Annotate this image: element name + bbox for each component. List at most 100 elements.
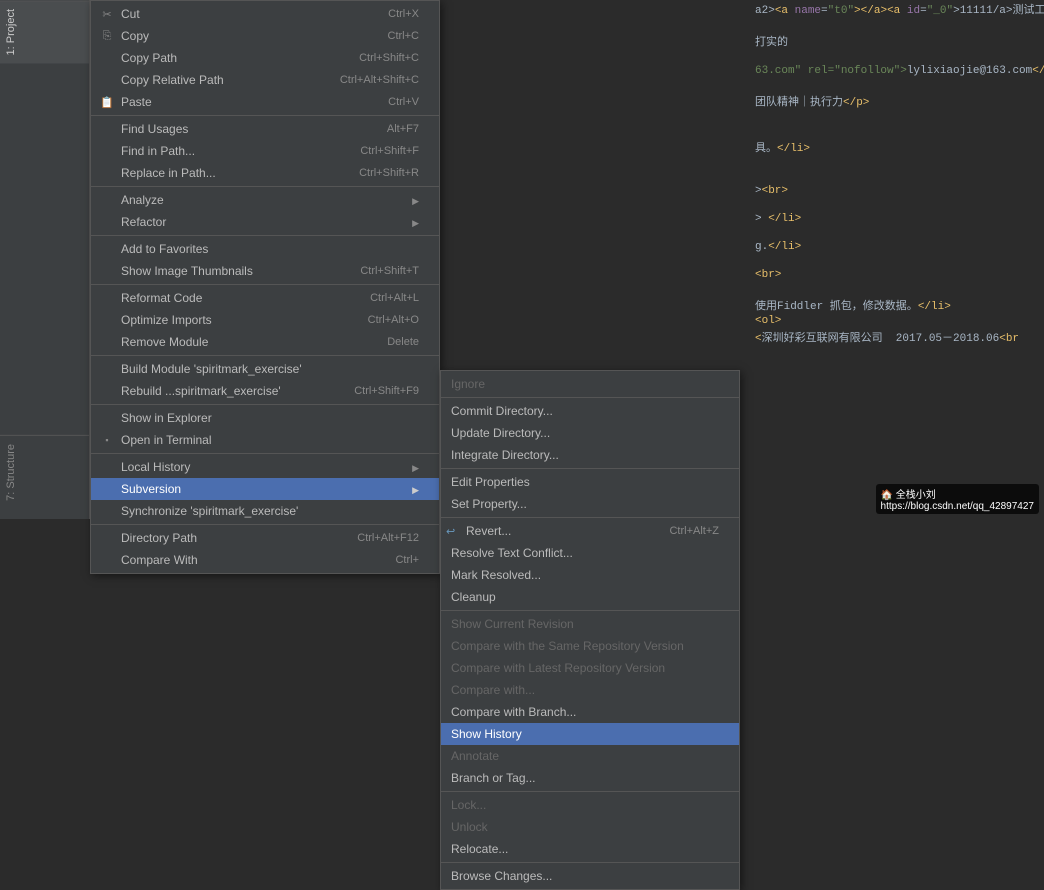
show-history-label: Show History <box>451 727 719 741</box>
commit-dir-label: Commit Directory... <box>451 404 719 418</box>
code-line-11 <box>750 156 1044 170</box>
local-history-arrow <box>412 460 419 474</box>
menu-item-build-module[interactable]: Build Module 'spiritmark_exercise' <box>91 358 439 380</box>
separator-6 <box>91 404 439 405</box>
branch-tag-label: Branch or Tag... <box>451 771 719 785</box>
menu-item-analyze[interactable]: Analyze <box>91 189 439 211</box>
menu-item-open-terminal[interactable]: ▪ Open in Terminal <box>91 429 439 451</box>
menu-item-edit-properties[interactable]: Edit Properties <box>441 471 739 493</box>
code-line-19: <br> <box>750 268 1044 282</box>
reformat-label: Reformat Code <box>121 291 340 305</box>
revert-label: Revert... <box>466 524 639 538</box>
analyze-label: Analyze <box>121 193 402 207</box>
copy-icon: ⎘ <box>99 30 115 43</box>
menu-item-lock: Lock... <box>441 794 739 816</box>
menu-item-refactor[interactable]: Refactor <box>91 211 439 233</box>
menu-item-show-history[interactable]: Show History <box>441 723 739 745</box>
separator-1 <box>91 115 439 116</box>
menu-item-update-dir[interactable]: Update Directory... <box>441 422 739 444</box>
menu-item-integrate-dir[interactable]: Integrate Directory... <box>441 444 739 466</box>
compare-with-sub-label: Compare with... <box>451 683 719 697</box>
subversion-arrow <box>412 482 419 496</box>
revert-shortcut: Ctrl+Alt+Z <box>669 525 719 537</box>
menu-item-revert[interactable]: ↩ Revert... Ctrl+Alt+Z <box>441 520 739 542</box>
copy-path-label: Copy Path <box>121 51 329 65</box>
menu-item-relocate[interactable]: Relocate... <box>441 838 739 860</box>
optimize-imports-shortcut: Ctrl+Alt+O <box>368 314 419 326</box>
context-menu-subversion: Ignore Commit Directory... Update Direct… <box>440 370 740 890</box>
set-property-label: Set Property... <box>451 497 719 511</box>
menu-item-browse-changes[interactable]: Browse Changes... <box>441 865 739 887</box>
sidebar-tab-structure[interactable]: 7: Structure <box>0 435 89 509</box>
compare-with-label: Compare With <box>121 553 365 567</box>
menu-item-cleanup[interactable]: Cleanup <box>441 586 739 608</box>
show-explorer-label: Show in Explorer <box>121 411 419 425</box>
menu-item-copy-relative-path[interactable]: Copy Relative Path Ctrl+Alt+Shift+C <box>91 69 439 91</box>
sub-sep-4 <box>441 791 739 792</box>
context-menu-main: ✂ Cut Ctrl+X ⎘ Copy Ctrl+C Copy Path Ctr… <box>90 0 440 574</box>
menu-item-cut[interactable]: ✂ Cut Ctrl+X <box>91 3 439 25</box>
menu-item-replace-in-path[interactable]: Replace in Path... Ctrl+Shift+R <box>91 162 439 184</box>
code-line-8 <box>750 110 1044 124</box>
menu-item-subversion[interactable]: Subversion <box>91 478 439 500</box>
open-terminal-label: Open in Terminal <box>121 433 419 447</box>
paste-icon: 📋 <box>99 96 115 109</box>
menu-item-show-current-revision: Show Current Revision <box>441 613 739 635</box>
edit-properties-label: Edit Properties <box>451 475 719 489</box>
menu-item-copy-path[interactable]: Copy Path Ctrl+Shift+C <box>91 47 439 69</box>
code-line-5: 63.com" rel="nofollow">lylixiaojie@163.c… <box>750 64 1044 78</box>
unlock-label: Unlock <box>451 820 719 834</box>
menu-item-compare-with[interactable]: Compare With Ctrl+ <box>91 549 439 571</box>
menu-item-unlock: Unlock <box>441 816 739 838</box>
menu-item-reformat[interactable]: Reformat Code Ctrl+Alt+L <box>91 287 439 309</box>
separator-8 <box>91 524 439 525</box>
sub-sep-1 <box>441 468 739 469</box>
menu-item-branch-tag[interactable]: Branch or Tag... <box>441 767 739 789</box>
menu-item-remove-module[interactable]: Remove Module Delete <box>91 331 439 353</box>
menu-item-paste[interactable]: 📋 Paste Ctrl+V <box>91 91 439 113</box>
analyze-arrow <box>412 193 419 207</box>
sub-sep-2 <box>441 517 739 518</box>
copy-relative-path-label: Copy Relative Path <box>121 73 310 87</box>
menu-item-commit-dir[interactable]: Commit Directory... <box>441 400 739 422</box>
watermark: 🏠 全栈小刘 https://blog.csdn.net/qq_42897427 <box>876 484 1039 514</box>
find-usages-label: Find Usages <box>121 122 357 136</box>
menu-item-compare-with-sub: Compare with... <box>441 679 739 701</box>
sub-sep-5 <box>441 862 739 863</box>
menu-item-compare-branch[interactable]: Compare with Branch... <box>441 701 739 723</box>
code-line-21: 使用Fiddler 抓包，修改数据。</li> <box>750 296 1044 314</box>
remove-module-label: Remove Module <box>121 335 357 349</box>
sub-sep-0 <box>441 397 739 398</box>
add-favorites-label: Add to Favorites <box>121 242 419 256</box>
mark-resolved-label: Mark Resolved... <box>451 568 719 582</box>
menu-item-rebuild[interactable]: Rebuild ...spiritmark_exercise' Ctrl+Shi… <box>91 380 439 402</box>
find-usages-shortcut: Alt+F7 <box>387 123 419 135</box>
menu-item-show-explorer[interactable]: Show in Explorer <box>91 407 439 429</box>
copy-label: Copy <box>121 29 358 43</box>
directory-path-shortcut: Ctrl+Alt+F12 <box>357 532 419 544</box>
find-in-path-shortcut: Ctrl+Shift+F <box>360 145 419 157</box>
reformat-shortcut: Ctrl+Alt+L <box>370 292 419 304</box>
menu-item-mark-resolved[interactable]: Mark Resolved... <box>441 564 739 586</box>
code-line-23: <深圳好彩互联网有限公司 2017.05－2018.06<br <box>750 328 1044 346</box>
rebuild-shortcut: Ctrl+Shift+F9 <box>354 385 419 397</box>
compare-same-repo-label: Compare with the Same Repository Version <box>451 639 719 653</box>
cut-shortcut: Ctrl+X <box>388 8 419 20</box>
code-line-7: 团队精神｜执行力</p> <box>750 92 1044 110</box>
menu-item-directory-path[interactable]: Directory Path Ctrl+Alt+F12 <box>91 527 439 549</box>
menu-item-find-in-path[interactable]: Find in Path... Ctrl+Shift+F <box>91 140 439 162</box>
rebuild-label: Rebuild ...spiritmark_exercise' <box>121 384 324 398</box>
menu-item-set-property[interactable]: Set Property... <box>441 493 739 515</box>
menu-item-optimize-imports[interactable]: Optimize Imports Ctrl+Alt+O <box>91 309 439 331</box>
menu-item-local-history[interactable]: Local History <box>91 456 439 478</box>
sidebar-tab-project[interactable]: 1: Project <box>0 0 89 63</box>
paste-label: Paste <box>121 95 358 109</box>
menu-item-resolve-conflict[interactable]: Resolve Text Conflict... <box>441 542 739 564</box>
menu-item-add-favorites[interactable]: Add to Favorites <box>91 238 439 260</box>
menu-item-copy[interactable]: ⎘ Copy Ctrl+C <box>91 25 439 47</box>
compare-with-shortcut: Ctrl+ <box>395 554 419 566</box>
menu-item-find-usages[interactable]: Find Usages Alt+F7 <box>91 118 439 140</box>
menu-item-show-thumbnails[interactable]: Show Image Thumbnails Ctrl+Shift+T <box>91 260 439 282</box>
code-line-1: a2><a name="t0"></a><a id="_0">11111/a>测… <box>750 0 1044 18</box>
code-line-10: 具。</li> <box>750 138 1044 156</box>
